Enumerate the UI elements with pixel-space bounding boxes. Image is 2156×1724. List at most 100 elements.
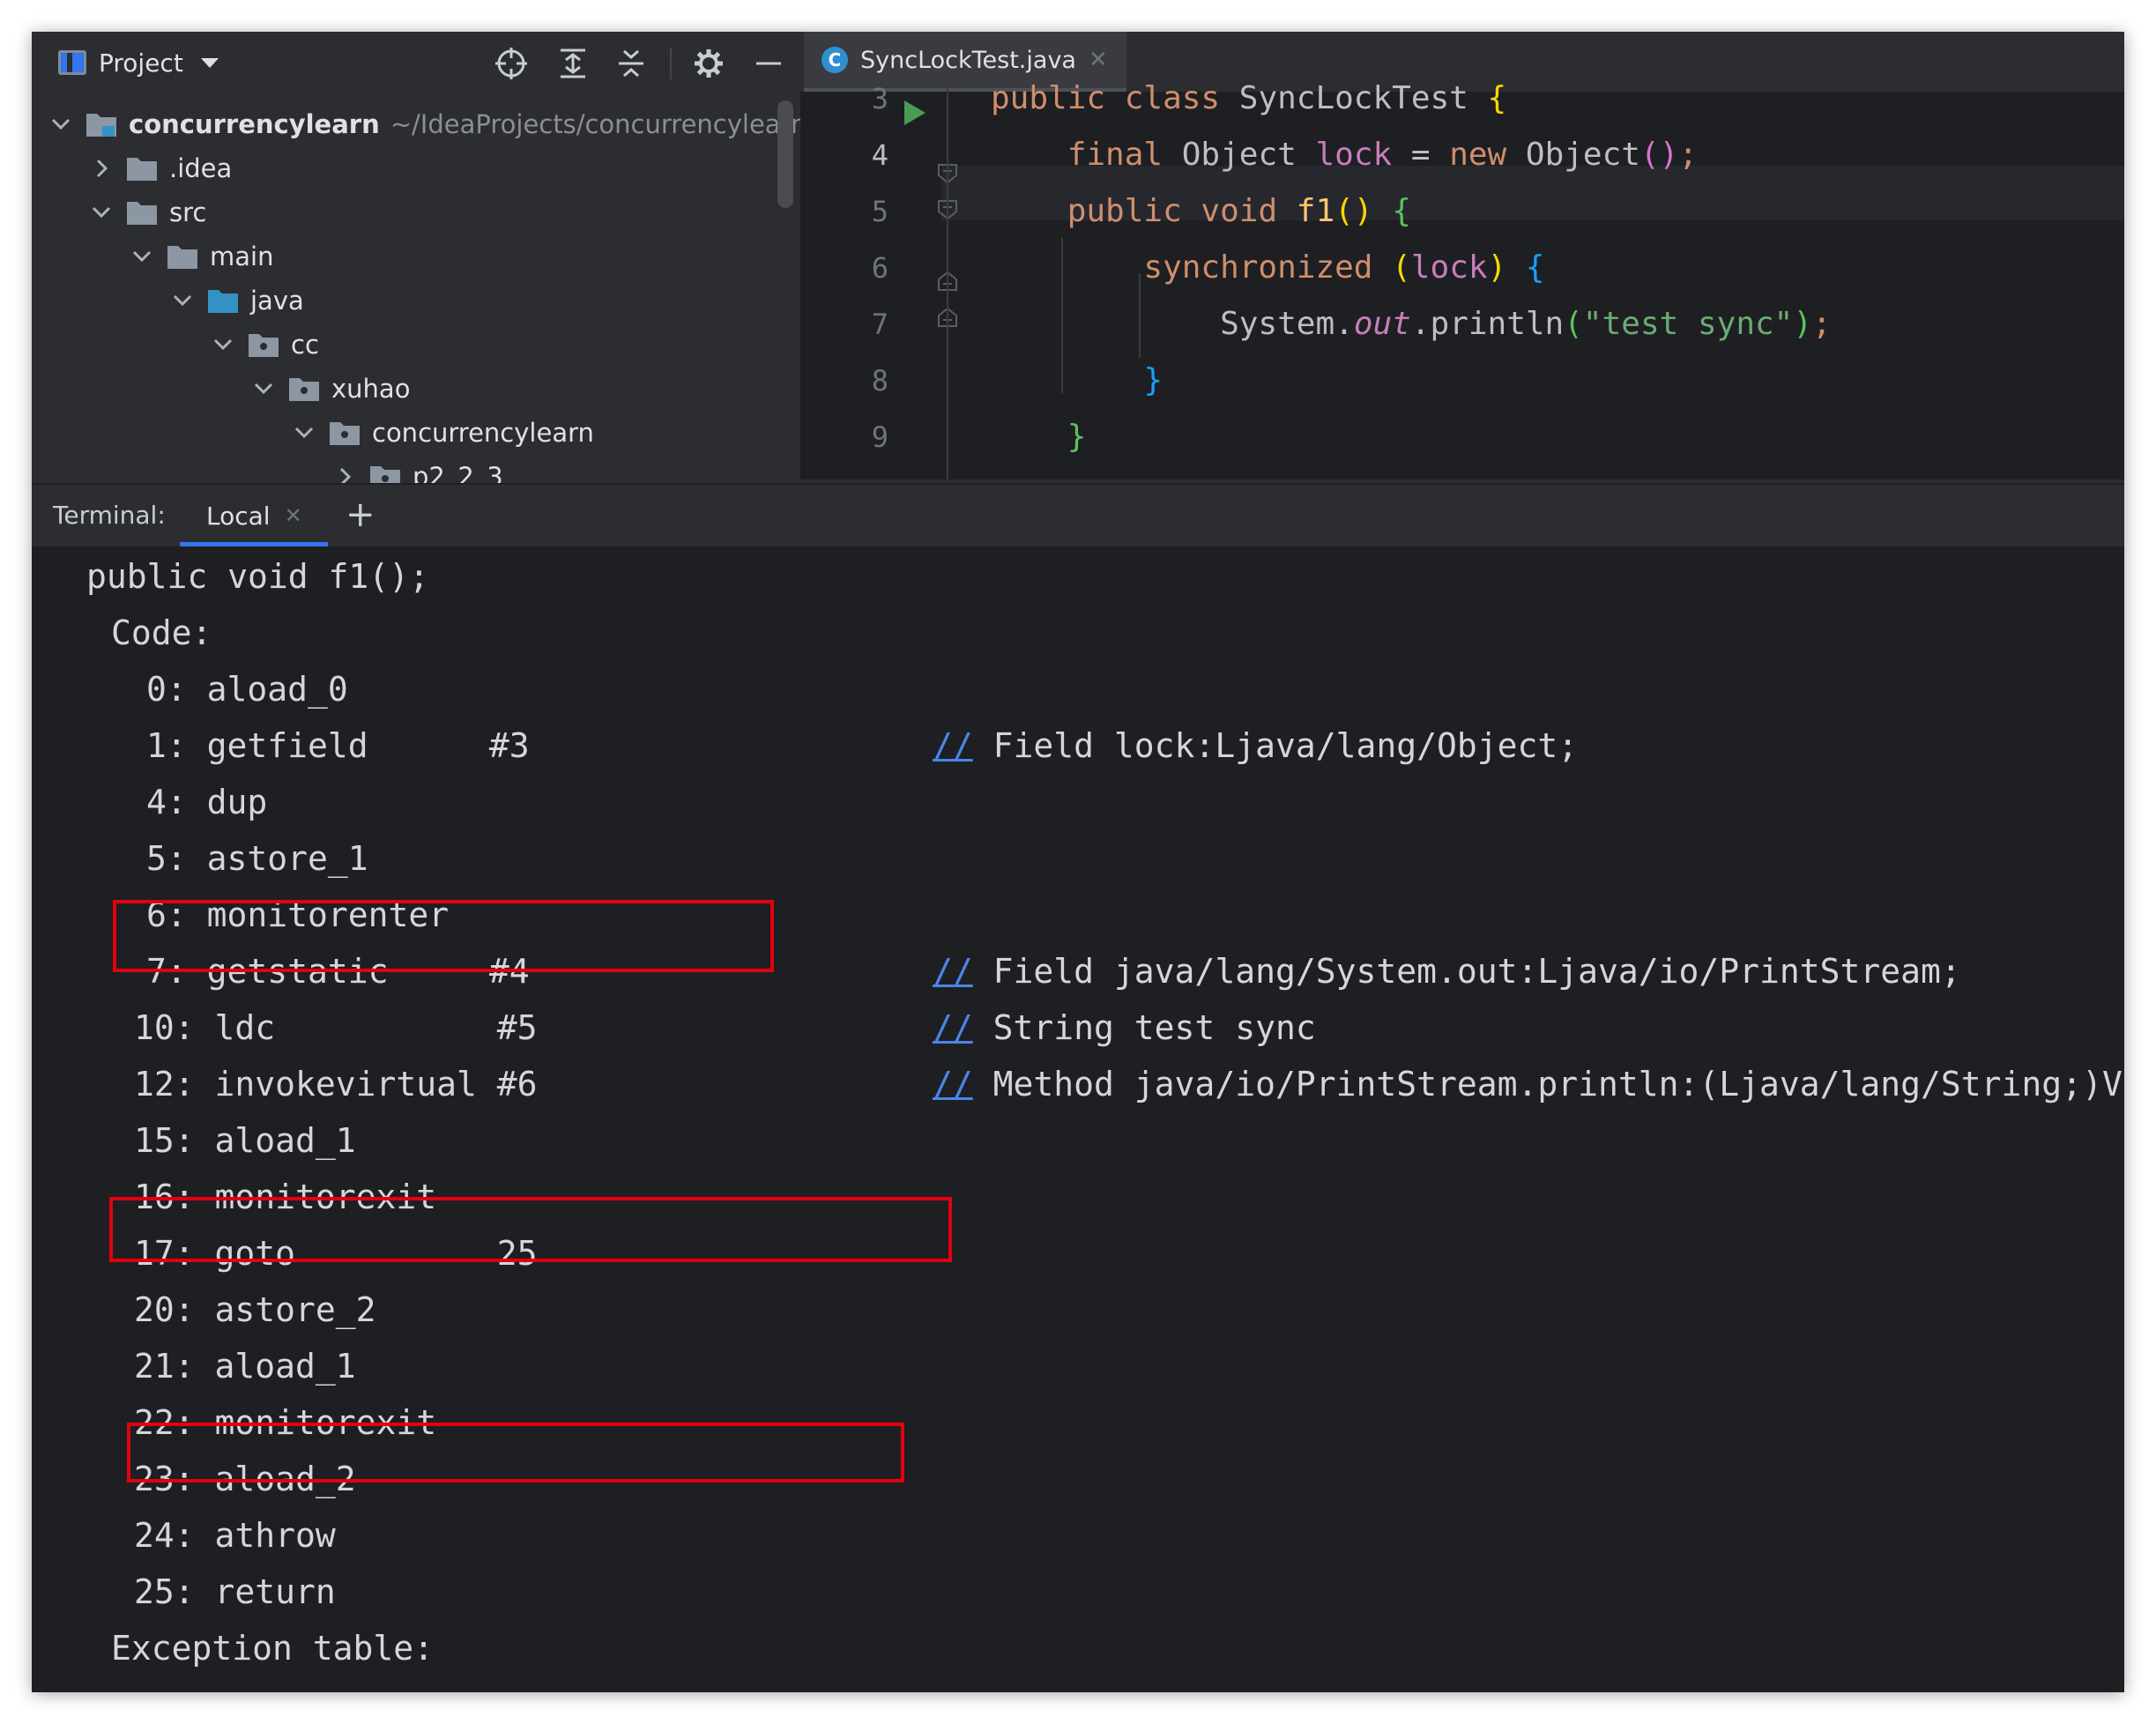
chevron-down-icon[interactable]	[49, 113, 72, 136]
terminal-tab-label: Local	[206, 501, 271, 531]
close-icon[interactable]: ✕	[285, 503, 302, 528]
terminal-line: 5: astore_1	[146, 830, 368, 887]
terminal-comment: // Field lock:Ljava/lang/Object;	[933, 717, 1578, 774]
code-token: (	[1392, 249, 1411, 286]
terminal-line-text: 4: dup	[146, 783, 268, 821]
code-line: public class SyncLockTest {	[800, 71, 1506, 127]
tree-item-label: .idea	[169, 153, 233, 183]
tree-root-row[interactable]: concurrencylearn ~/IdeaProjects/concurre…	[49, 102, 800, 146]
terminal-line-text: Code:	[111, 613, 212, 652]
chevron-down-icon[interactable]	[252, 377, 275, 400]
folder-icon	[127, 158, 157, 181]
terminal-line-text: 10: ldc #5	[134, 1008, 538, 1047]
terminal-tab-local[interactable]: Local ✕	[180, 485, 328, 546]
comment-prefix: //	[933, 1008, 973, 1047]
minimize-icon[interactable]	[751, 46, 786, 81]
expand-all-icon[interactable]	[555, 46, 591, 81]
terminal-line: 15: aload_1	[134, 1112, 356, 1169]
terminal-comment: // Field java/lang/System.out:Ljava/io/P…	[933, 943, 1961, 999]
terminal-line: Code:	[111, 605, 212, 661]
terminal-line: 1: getfield #3	[146, 717, 530, 774]
code-token: class	[1124, 80, 1239, 116]
comment-prefix: //	[933, 1065, 973, 1104]
highlight-box-monitorenter	[113, 900, 774, 972]
comment-text: String test sync	[993, 1008, 1316, 1047]
code-token: ;	[1812, 306, 1832, 342]
code-token: ()	[1639, 137, 1679, 173]
terminal-line: public void f1();	[86, 548, 429, 605]
code-token: synchronized	[991, 249, 1393, 286]
package-icon	[370, 466, 400, 483]
chevron-right-icon[interactable]	[90, 157, 113, 180]
code-token: Object	[1181, 137, 1316, 173]
project-view-selector[interactable]: Project	[58, 44, 219, 81]
editor-tab-label: SyncLockTest.java	[860, 46, 1076, 74]
comment-text: Method java/io/PrintStream.println:(Ljav…	[993, 1065, 2123, 1104]
chevron-right-icon[interactable]	[333, 465, 356, 483]
locate-icon[interactable]	[494, 46, 529, 81]
terminal-line: 20: astore_2	[134, 1282, 376, 1338]
code-token: final	[991, 137, 1182, 173]
folder-icon	[167, 246, 197, 269]
highlight-box-monitorexit-2	[127, 1423, 904, 1482]
terminal-tab-bar: Terminal: Local ✕ +	[32, 483, 2124, 546]
project-panel-icon	[58, 50, 86, 75]
comment-space	[973, 1065, 993, 1104]
code-area[interactable]: 3456789 public class SyncLockTest { fina…	[800, 80, 2124, 483]
terminal-line-text: 25: return	[134, 1572, 336, 1611]
java-class-icon: C	[822, 47, 848, 73]
code-token: ;	[1678, 137, 1698, 173]
terminal-output[interactable]: public void f1(); Code: 0: aload_0 1: getfi…	[32, 546, 2124, 1692]
terminal-line: Exception table:	[111, 1620, 434, 1676]
terminal-comment: // Method java/io/PrintStream.println:(L…	[933, 1056, 2123, 1112]
comment-space	[973, 1008, 993, 1047]
code-token: out	[1353, 306, 1411, 342]
collapse-all-icon[interactable]	[613, 46, 649, 81]
chevron-down-icon[interactable]	[212, 333, 234, 356]
tree-item[interactable]: main	[130, 234, 273, 279]
tree-item-label: src	[169, 197, 207, 227]
project-scrollbar[interactable]	[777, 100, 793, 208]
tree-item[interactable]: src	[90, 190, 206, 234]
code-line: System.out.println("test sync");	[800, 296, 1832, 353]
code-token: {	[1487, 80, 1507, 116]
terminal-line-text: 5: astore_1	[146, 839, 368, 878]
new-terminal-button[interactable]: +	[346, 485, 375, 546]
tree-item[interactable]: xuhao	[252, 367, 410, 411]
terminal-line: 12: invokevirtual #6	[134, 1056, 538, 1112]
terminal-line: 10: ldc #5	[134, 999, 538, 1056]
code-line: }	[800, 409, 1087, 465]
code-token: f1	[1296, 193, 1335, 229]
gear-icon[interactable]	[691, 46, 726, 81]
toolbar-separator	[670, 48, 672, 79]
tree-item[interactable]: .idea	[90, 146, 232, 190]
tree-item[interactable]: p2_2_3	[333, 455, 503, 483]
code-line: synchronized (lock) {	[800, 240, 1545, 296]
tree-root-name: concurrencylearn	[129, 109, 380, 139]
tree-item[interactable]: cc	[212, 323, 319, 367]
code-token: }	[991, 419, 1087, 455]
chevron-down-icon[interactable]	[171, 289, 194, 312]
code-token: )	[1487, 249, 1507, 286]
code-token: )	[1793, 306, 1813, 342]
code-line: }	[800, 353, 1163, 409]
close-icon[interactable]: ✕	[1089, 47, 1108, 73]
terminal-line-text: public void f1();	[86, 557, 429, 596]
code-token: "test sync"	[1582, 306, 1794, 342]
tree-item[interactable]: concurrencylearn	[293, 411, 594, 455]
terminal-line: 4: dup	[146, 774, 267, 830]
code-token: {	[1525, 249, 1545, 286]
project-panel-title: Project	[99, 48, 183, 78]
terminal-title: Terminal:	[53, 501, 166, 530]
terminal-line-text: 12: invokevirtual #6	[134, 1065, 538, 1104]
chevron-down-icon	[200, 57, 219, 68]
chevron-down-icon[interactable]	[130, 245, 153, 268]
terminal-line-text: 15: aload_1	[134, 1121, 356, 1160]
tree-item[interactable]: java	[171, 279, 304, 323]
chevron-down-icon[interactable]	[90, 201, 113, 224]
comment-text: Field lock:Ljava/lang/Object;	[993, 726, 1579, 765]
comment-text: Field java/lang/System.out:Ljava/io/Prin…	[993, 952, 1961, 991]
terminal-line-text: 24: athrow	[134, 1516, 336, 1555]
tree-root-path: ~/IdeaProjects/concurrencylearn	[390, 109, 800, 139]
chevron-down-icon[interactable]	[293, 421, 316, 444]
